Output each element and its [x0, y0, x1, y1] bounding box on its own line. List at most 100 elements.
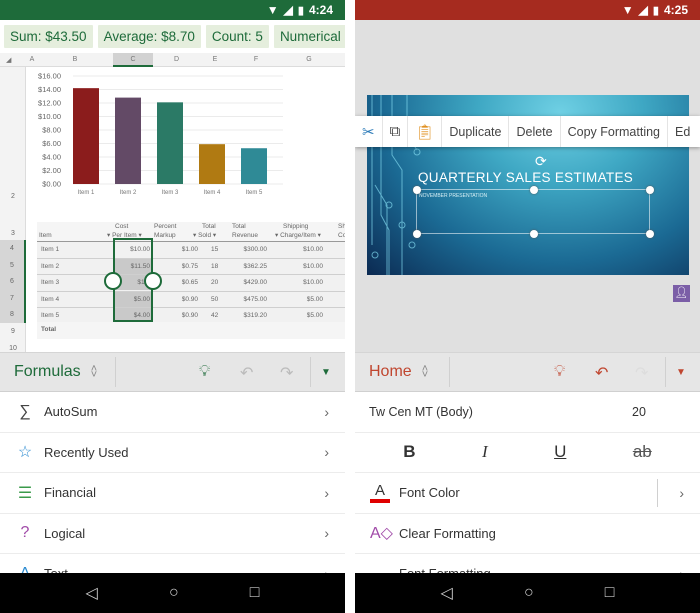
- resize-handle[interactable]: [413, 186, 421, 194]
- resize-handle[interactable]: [413, 230, 421, 238]
- row-header[interactable]: 6: [0, 273, 26, 290]
- rotate-handle-icon[interactable]: ⟳: [535, 153, 547, 170]
- cell-markup[interactable]: $0.75: [182, 263, 198, 270]
- back-icon[interactable]: ◁: [86, 583, 98, 603]
- cell-revenue[interactable]: $300.00: [244, 246, 268, 253]
- menu-item-financial[interactable]: ☰ Financial ›: [0, 473, 345, 514]
- edit-text-button[interactable]: Ed: [668, 116, 697, 147]
- column-header-g[interactable]: G: [282, 56, 336, 63]
- header-extra[interactable]: Co: [338, 232, 345, 240]
- row-header[interactable]: 9: [0, 328, 26, 335]
- row-header[interactable]: 7: [0, 290, 26, 306]
- cell-item[interactable]: Item 1: [41, 246, 59, 253]
- ribbon-tab-selector[interactable]: Home: [355, 363, 412, 381]
- cell-shipping[interactable]: $5.00: [307, 312, 323, 319]
- row-header[interactable]: 5: [0, 257, 26, 273]
- column-header-b[interactable]: B: [37, 56, 113, 63]
- count-chip[interactable]: Count: 5: [205, 25, 269, 48]
- resize-handle[interactable]: [530, 186, 538, 194]
- selected-textbox[interactable]: [413, 186, 654, 238]
- cell-sold[interactable]: 42: [211, 312, 218, 319]
- header-shipping[interactable]: ▾ Charge/Item ▾: [275, 232, 321, 240]
- selection-handle-left[interactable]: [104, 272, 122, 290]
- bar-5[interactable]: [241, 148, 267, 184]
- slide-title[interactable]: QUARTERLY SALES ESTIMATES: [418, 170, 633, 185]
- recents-icon[interactable]: □: [605, 584, 615, 602]
- cell-markup[interactable]: $0.90: [182, 296, 198, 303]
- row-header[interactable]: 2: [0, 193, 26, 200]
- header-sold[interactable]: ▾ Sold ▾: [193, 232, 216, 240]
- cell-item[interactable]: Item 4: [41, 296, 59, 303]
- collapse-ribbon-icon[interactable]: ▼: [676, 367, 686, 378]
- undo-icon[interactable]: ↶: [595, 363, 608, 383]
- menu-item-font-color[interactable]: A Font Color ›: [355, 473, 700, 514]
- redo-icon[interactable]: ↷: [280, 363, 293, 383]
- cell-sold[interactable]: 20: [211, 279, 218, 286]
- numerical-count-chip[interactable]: Numerical C: [273, 25, 345, 48]
- header-item[interactable]: Item: [39, 232, 52, 240]
- select-all-corner[interactable]: ◢: [6, 56, 11, 64]
- cell-sold[interactable]: 15: [211, 246, 218, 253]
- cell-markup[interactable]: $0.90: [182, 312, 198, 319]
- cell-revenue[interactable]: $475.00: [244, 296, 268, 303]
- cell-sold[interactable]: 18: [211, 263, 218, 270]
- header-revenue[interactable]: Revenue: [232, 232, 258, 240]
- bold-button[interactable]: B: [403, 442, 415, 462]
- redo-icon[interactable]: ↷: [635, 363, 648, 383]
- home-icon[interactable]: ○: [169, 584, 179, 602]
- menu-item-clear-formatting[interactable]: A◇ Clear Formatting: [355, 514, 700, 554]
- bar-3[interactable]: [157, 102, 183, 184]
- home-icon[interactable]: ○: [524, 584, 534, 602]
- lightbulb-icon[interactable]: 💡︎: [554, 363, 565, 381]
- copy-formatting-button[interactable]: Copy Formatting: [561, 116, 669, 147]
- column-header-a[interactable]: A: [28, 56, 36, 63]
- copy-icon[interactable]: ⧉: [383, 116, 409, 147]
- column-header-e[interactable]: E: [200, 56, 230, 63]
- paste-icon[interactable]: 📋︎: [408, 116, 443, 147]
- collaborator-avatar-icon[interactable]: 👤︎: [673, 285, 690, 302]
- back-icon[interactable]: ◁: [441, 583, 453, 603]
- strikethrough-button[interactable]: ab: [633, 442, 652, 462]
- selection-handle-right[interactable]: [144, 272, 162, 290]
- row-header[interactable]: 3: [0, 230, 26, 237]
- row-header[interactable]: 10: [0, 345, 26, 352]
- resize-handle[interactable]: [646, 186, 654, 194]
- cell-sold[interactable]: 50: [211, 296, 218, 303]
- bar-4[interactable]: [199, 144, 225, 184]
- header-markup[interactable]: Markup: [154, 232, 176, 240]
- cell-markup[interactable]: $0.65: [182, 279, 198, 286]
- column-header-c[interactable]: C: [113, 53, 153, 67]
- row-header[interactable]: 8: [0, 306, 26, 323]
- bar-2[interactable]: [115, 97, 141, 184]
- delete-button[interactable]: Delete: [509, 116, 561, 147]
- recents-icon[interactable]: □: [250, 584, 260, 602]
- underline-button[interactable]: U: [554, 442, 566, 462]
- tab-switch-icon[interactable]: ˄ ˅: [422, 364, 428, 381]
- tab-switch-icon[interactable]: ˄ ˅: [91, 364, 97, 381]
- collapse-ribbon-icon[interactable]: ▼: [321, 367, 331, 378]
- cell-shipping[interactable]: $10.00: [303, 246, 323, 253]
- row-header[interactable]: 4: [0, 240, 26, 257]
- ribbon-tab-selector[interactable]: Formulas: [0, 363, 81, 381]
- resize-handle[interactable]: [646, 230, 654, 238]
- bar-1[interactable]: [73, 88, 99, 184]
- duplicate-button[interactable]: Duplicate: [442, 116, 510, 147]
- cell-shipping[interactable]: $5.00: [307, 296, 323, 303]
- menu-item-logical[interactable]: ? Logical ›: [0, 514, 345, 554]
- chevron-right-icon[interactable]: ›: [679, 485, 684, 501]
- undo-icon[interactable]: ↶: [240, 363, 253, 383]
- italic-button[interactable]: I: [482, 442, 488, 462]
- average-chip[interactable]: Average: $8.70: [97, 25, 201, 48]
- cell-markup[interactable]: $1.00: [182, 246, 198, 253]
- font-name-field[interactable]: Tw Cen MT (Body): [369, 405, 473, 419]
- cell-revenue[interactable]: $362.25: [244, 263, 268, 270]
- cell-item[interactable]: Item 5: [41, 312, 59, 319]
- cut-icon[interactable]: ✂: [355, 116, 383, 147]
- menu-item-recently-used[interactable]: ☆ Recently Used ›: [0, 433, 345, 473]
- resize-handle[interactable]: [530, 230, 538, 238]
- bar-chart[interactable]: $0.00 $2.00 $4.00 $6.00 $8.00 $10.00 $12.00 $14…: [28, 68, 288, 200]
- cell-revenue[interactable]: $429.00: [244, 279, 268, 286]
- cell-item[interactable]: Item 3: [41, 279, 59, 286]
- font-size-field[interactable]: 20: [632, 405, 646, 419]
- sum-chip[interactable]: Sum: $43.50: [4, 25, 93, 48]
